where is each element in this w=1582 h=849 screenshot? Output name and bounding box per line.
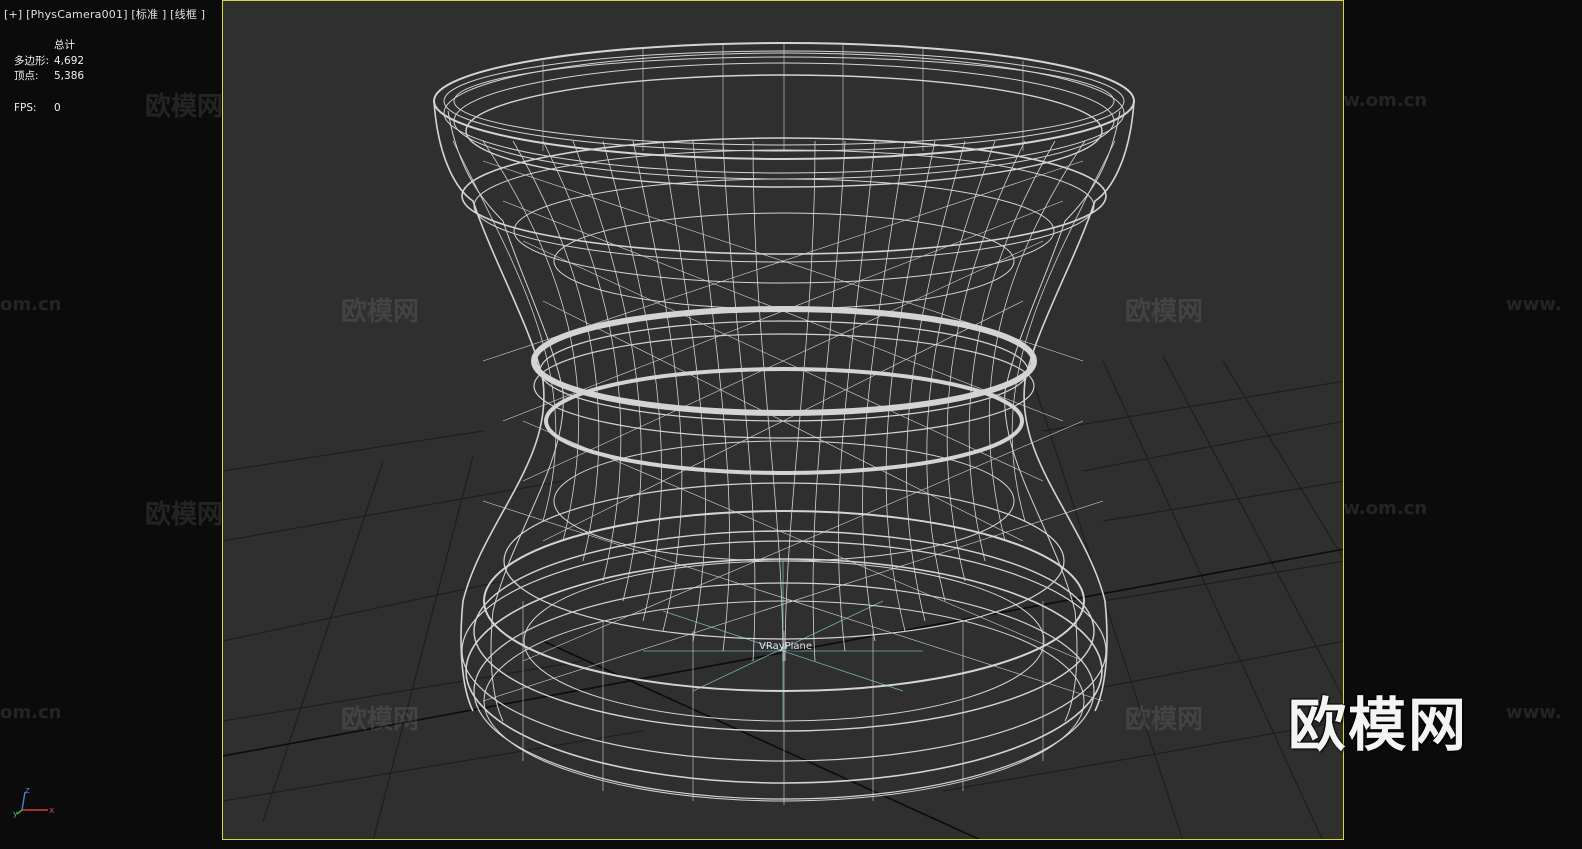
vray-plane-label: VRayPlane [759,641,812,652]
wireframe-scene: VRayPlane [223,42,1343,839]
polys-value: 4,692 [54,54,85,67]
axis-z-label: z [25,786,30,796]
stats-polys-row: 多边形: 4,692 [14,54,84,70]
world-axis-line [542,640,981,839]
viewport-label[interactable]: [+] [PhysCamera001] [标准 ] [线框 ] [4,6,205,22]
fps-value: 0 [54,101,61,114]
watermark-url-fragment: om.cn [0,702,62,723]
stats-panel: 总计 多边形: 4,692 顶点: 5,386 FPS: 0 [14,38,84,116]
polys-label: 多边形: [14,54,50,67]
watermark-url-fragment: om.cn [0,294,62,315]
stats-header: 总计 [54,39,75,51]
perspective-viewport[interactable]: VRayPlane 欧模网 欧模网 欧模网 欧模网 [222,0,1344,840]
world-axis-line [223,548,1343,757]
watermark-url-fragment: www. [1506,702,1562,723]
watermark-cn: 欧模网 [145,500,224,530]
stats-fps-row: FPS: 0 [14,101,84,117]
verts-label: 顶点: [14,70,39,82]
wireframe-stool [433,42,1135,805]
axis-y-label: y [13,809,18,818]
watermark-url-fragment: www. [1506,294,1562,315]
axis-x-label: x [49,806,55,816]
watermark-cn: 欧模网 [145,92,224,122]
fps-label: FPS: [14,101,37,114]
site-logo: 欧模网 [1288,691,1469,759]
stats-verts-row: 顶点: 5,386 [14,69,84,85]
verts-value: 5,386 [54,70,85,82]
axis-gizmo: x z y [13,786,55,818]
